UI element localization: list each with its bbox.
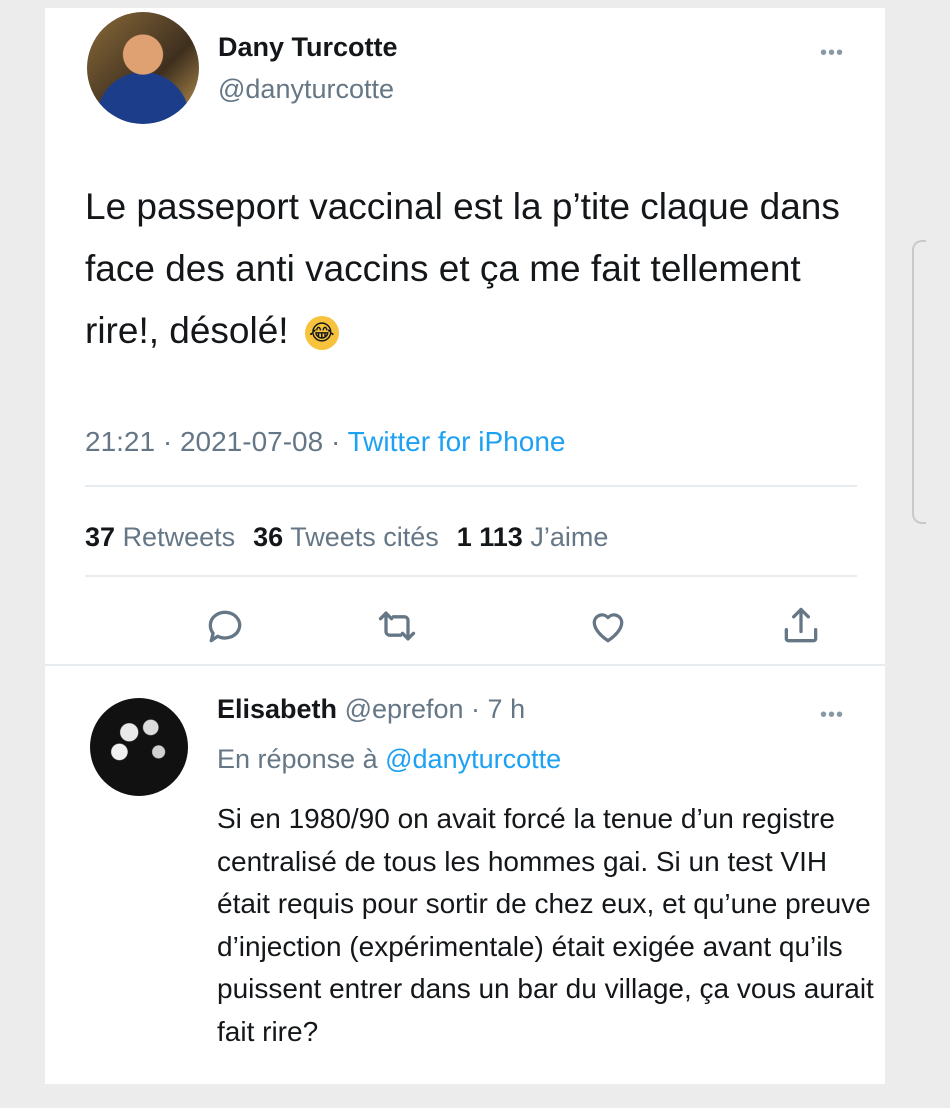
reply-separator: ·: [463, 694, 488, 724]
reply-author-avatar[interactable]: [90, 698, 188, 796]
tweet-meta: 21:21 · 2021-07-08 · Twitter for iPhone: [85, 426, 565, 458]
reply-author-handle[interactable]: @eprefon: [345, 694, 464, 724]
author-avatar[interactable]: [87, 12, 199, 124]
retweet-icon[interactable]: [375, 604, 419, 648]
reply-icon[interactable]: [203, 604, 247, 648]
tweet-time[interactable]: 21:21: [85, 426, 155, 457]
reply-age[interactable]: 7 h: [488, 694, 526, 724]
scroll-indicator: [912, 240, 926, 524]
in-reply-to: En réponse à @danyturcotte: [217, 744, 561, 775]
share-icon[interactable]: [779, 604, 823, 648]
retweets-label: Retweets: [122, 522, 236, 552]
author-handle[interactable]: @danyturcotte: [218, 74, 394, 105]
in-reply-handle-link[interactable]: @danyturcotte: [385, 744, 561, 774]
quotes-stat[interactable]: 36 Tweets cités: [253, 522, 439, 552]
meta-separator: ·: [323, 426, 348, 457]
likes-count: 1 113: [456, 522, 523, 552]
meta-separator: ·: [155, 426, 180, 457]
tweet-body: Le passeport vaccinal est la p’tite claq…: [85, 186, 840, 351]
tweet-card: Dany Turcotte @danyturcotte ••• Le passe…: [45, 8, 885, 1084]
divider: [45, 664, 885, 666]
retweets-count: 37: [85, 522, 116, 552]
more-options-icon[interactable]: •••: [820, 43, 844, 63]
reply-more-options-icon[interactable]: •••: [820, 705, 844, 725]
laughing-emoji-icon: 😂: [304, 316, 339, 351]
quotes-label: Tweets cités: [290, 522, 439, 552]
reply-author-name[interactable]: Elisabeth: [217, 694, 337, 724]
quotes-count: 36: [253, 522, 284, 552]
tweet-actions: [85, 604, 857, 660]
tweet-date[interactable]: 2021-07-08: [180, 426, 323, 457]
tweet-stats: 37 Retweets 36 Tweets cités 1 113 J’aime: [85, 522, 608, 553]
tweet-text: Le passeport vaccinal est la p’tite claq…: [85, 176, 845, 362]
likes-label: J’aime: [530, 522, 609, 552]
divider: [85, 575, 857, 577]
likes-stat[interactable]: 1 113 J’aime: [457, 522, 609, 552]
retweets-stat[interactable]: 37 Retweets: [85, 522, 235, 552]
in-reply-prefix: En réponse à: [217, 744, 386, 774]
reply-text: Si en 1980/90 on avait forcé la tenue d’…: [217, 803, 874, 1047]
tweet-source[interactable]: Twitter for iPhone: [348, 426, 566, 457]
divider: [85, 485, 857, 487]
reply-header: Elisabeth @eprefon · 7 h: [217, 694, 525, 725]
author-name[interactable]: Dany Turcotte: [218, 32, 398, 63]
like-icon[interactable]: [586, 604, 630, 648]
